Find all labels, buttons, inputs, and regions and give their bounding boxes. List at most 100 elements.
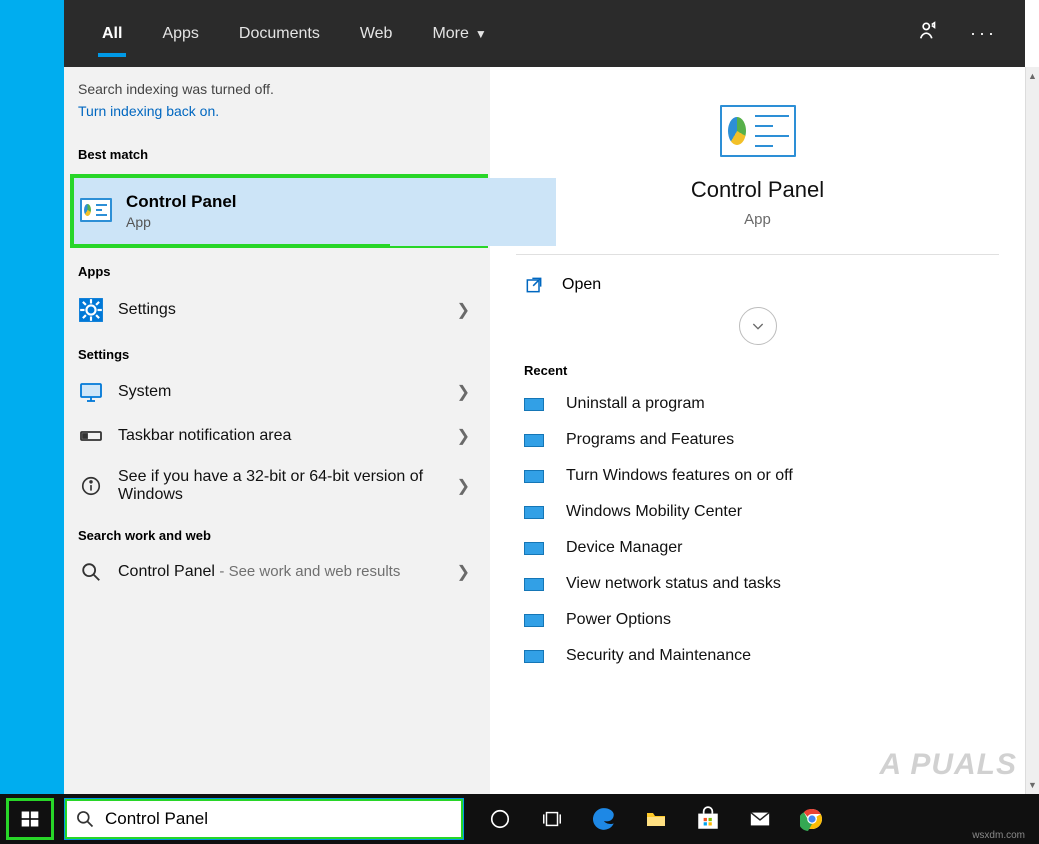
scroll-down-icon[interactable]: ▼	[1026, 776, 1039, 794]
scroll-up-icon[interactable]: ▲	[1026, 67, 1039, 85]
tab-more[interactable]: More ▼	[412, 0, 506, 67]
edge-icon	[591, 806, 617, 832]
cpl-icon	[524, 578, 544, 591]
expand-button[interactable]	[739, 307, 777, 345]
recent-label: Uninstall a program	[566, 395, 705, 413]
file-explorer-button[interactable]	[630, 794, 682, 844]
windows-logo-icon	[20, 809, 40, 829]
recent-label: Programs and Features	[566, 431, 734, 449]
options-icon[interactable]: ···	[970, 23, 997, 44]
recent-security-maintenance[interactable]: Security and Maintenance	[514, 638, 1001, 674]
start-button[interactable]	[6, 798, 54, 840]
result-work-and-web[interactable]: Control Panel - See work and web results…	[64, 551, 490, 593]
tab-label: Apps	[162, 25, 198, 43]
recent-label: Windows Mobility Center	[566, 503, 742, 521]
recent-label: Power Options	[566, 611, 671, 629]
result-settings-app[interactable]: Settings ❯	[64, 287, 490, 333]
open-icon	[524, 275, 544, 295]
tab-label: More	[432, 25, 468, 43]
tab-label: All	[102, 25, 122, 43]
control-panel-icon	[80, 198, 116, 224]
best-match-title: Control Panel	[126, 192, 237, 212]
search-icon	[75, 809, 95, 829]
chevron-right-icon: ❯	[457, 562, 470, 582]
tab-documents[interactable]: Documents	[219, 0, 340, 67]
cpl-icon	[524, 614, 544, 627]
task-view-icon	[540, 808, 564, 830]
vertical-scrollbar[interactable]: ▲ ▼	[1025, 67, 1039, 794]
taskbar: Control Panel	[0, 794, 1039, 844]
chevron-right-icon: ❯	[457, 382, 470, 402]
task-view-button[interactable]	[526, 794, 578, 844]
settings-icon	[78, 297, 104, 323]
cpl-icon	[524, 506, 544, 519]
detail-title: Control Panel	[691, 177, 824, 203]
recent-network-status[interactable]: View network status and tasks	[514, 566, 1001, 602]
microsoft-store-button[interactable]	[682, 794, 734, 844]
recent-device-manager[interactable]: Device Manager	[514, 530, 1001, 566]
taskbar-search-input[interactable]: Control Panel	[64, 798, 464, 840]
tab-web[interactable]: Web	[340, 0, 413, 67]
search-icon	[78, 561, 104, 583]
indexing-notice: Search indexing was turned off. Turn ind…	[64, 81, 490, 133]
recent-label: View network status and tasks	[566, 575, 781, 593]
search-input-value: Control Panel	[105, 809, 208, 829]
section-work-web: Search work and web	[64, 514, 490, 551]
recent-mobility-center[interactable]: Windows Mobility Center	[514, 494, 1001, 530]
recent-list: Uninstall a program Programs and Feature…	[490, 386, 1025, 674]
tab-label: Documents	[239, 25, 320, 43]
recent-label: Security and Maintenance	[566, 647, 751, 665]
result-label: System	[118, 383, 457, 401]
mail-icon	[747, 808, 773, 830]
result-label: Settings	[118, 301, 457, 319]
tab-apps[interactable]: Apps	[142, 0, 218, 67]
recent-power-options[interactable]: Power Options	[514, 602, 1001, 638]
monitor-icon	[78, 380, 104, 404]
best-match-text: Control Panel App	[126, 192, 237, 230]
chrome-icon	[800, 807, 824, 831]
store-icon	[695, 806, 721, 832]
chevron-right-icon: ❯	[457, 300, 470, 320]
turn-indexing-on-link[interactable]: Turn indexing back on.	[78, 103, 476, 119]
recent-programs-features[interactable]: Programs and Features	[514, 422, 1001, 458]
indexing-status-text: Search indexing was turned off.	[78, 81, 274, 97]
best-match-subtitle: App	[126, 214, 237, 230]
circle-icon	[489, 808, 511, 830]
recent-uninstall-program[interactable]: Uninstall a program	[514, 386, 1001, 422]
open-label: Open	[562, 276, 601, 294]
taskbar-pinned-apps	[474, 794, 838, 844]
feedback-icon[interactable]	[918, 20, 940, 47]
info-icon	[78, 475, 104, 497]
scroll-track[interactable]	[1026, 85, 1039, 776]
search-results-panel: Search indexing was turned off. Turn ind…	[64, 67, 1025, 794]
result-taskbar-notification[interactable]: Taskbar notification area ❯	[64, 414, 490, 458]
taskbar-icon	[78, 424, 104, 448]
chrome-button[interactable]	[786, 794, 838, 844]
chevron-down-icon	[750, 318, 766, 334]
result-body: Control Panel - See work and web results	[118, 563, 457, 581]
result-system[interactable]: System ❯	[64, 370, 490, 414]
section-best-match: Best match	[64, 133, 490, 170]
filter-tabs: All Apps Documents Web More ▼	[82, 0, 507, 67]
mail-button[interactable]	[734, 794, 786, 844]
tab-all[interactable]: All	[82, 0, 142, 67]
best-match-row: Control Panel App	[64, 174, 490, 248]
chevron-right-icon: ❯	[457, 426, 470, 446]
desktop-background-strip	[0, 0, 64, 844]
cortana-button[interactable]	[474, 794, 526, 844]
recent-label: Device Manager	[566, 539, 683, 557]
cpl-icon	[524, 470, 544, 483]
control-panel-icon	[720, 105, 796, 157]
edge-button[interactable]	[578, 794, 630, 844]
open-action[interactable]: Open	[490, 255, 1025, 297]
recent-windows-features[interactable]: Turn Windows features on or off	[514, 458, 1001, 494]
recent-section-label: Recent	[490, 363, 1025, 386]
result-32-64-bit[interactable]: See if you have a 32-bit or 64-bit versi…	[64, 458, 490, 514]
results-list: Search indexing was turned off. Turn ind…	[64, 67, 490, 794]
result-label: See if you have a 32-bit or 64-bit versi…	[118, 468, 457, 504]
search-filter-nav: All Apps Documents Web More ▼ ···	[64, 0, 1025, 67]
folder-icon	[643, 807, 669, 831]
tab-label: Web	[360, 25, 393, 43]
best-match-result[interactable]: Control Panel App	[70, 174, 488, 248]
chevron-down-icon: ▼	[475, 27, 487, 41]
